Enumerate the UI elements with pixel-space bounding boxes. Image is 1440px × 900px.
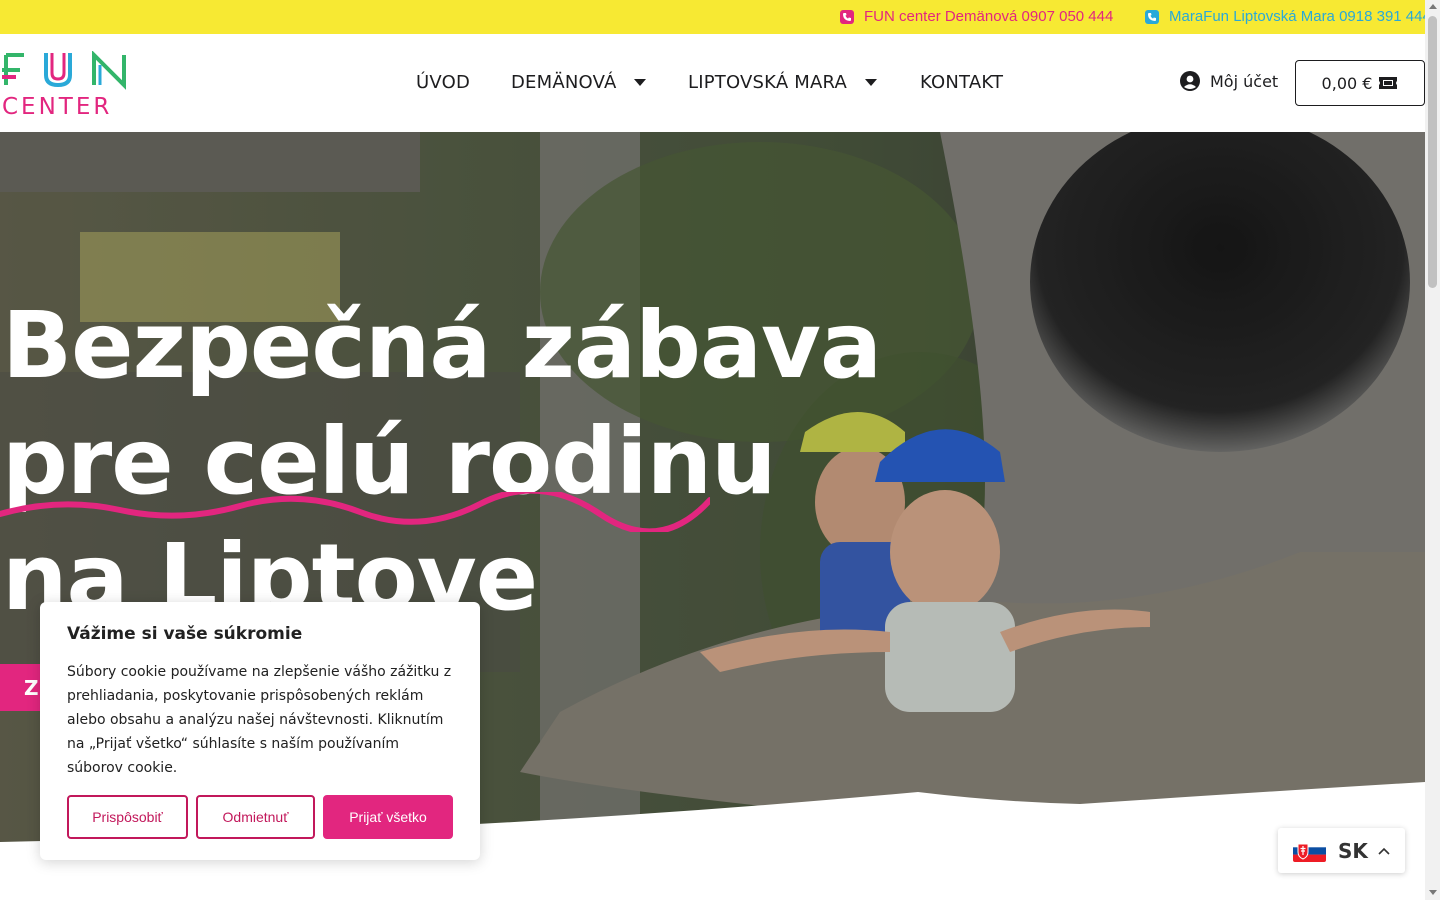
nav-label: LIPTOVSKÁ MARA [688,72,848,93]
language-switcher[interactable]: SK [1278,828,1405,873]
nav-label: KONTAKT [920,72,1004,93]
user-circle-icon [1180,71,1200,91]
cookie-consent-dialog: Vážime si vaše súkromie Súbory cookie po… [40,602,480,860]
logo-text-center: CENTER [2,94,112,117]
contact-mara-text: MaraFun Liptovská Mara 0918 391 444 [1169,8,1431,25]
hero-cta-label: Z [24,676,39,700]
cookie-reject-button[interactable]: Odmietnuť [196,795,315,839]
scrollbar-thumb[interactable] [1428,16,1437,288]
phone-icon [840,9,854,24]
slovak-flag-icon [1293,839,1326,862]
account-label: Môj účet [1210,71,1279,91]
hero-heading-line: Bezpečná zábava [2,292,882,399]
cookie-buttons: Prispôsobiť Odmietnuť Prijať všetko [67,795,453,839]
nav-label: ÚVOD [416,72,471,93]
pink-squiggle-underline [0,492,710,532]
chevron-up-icon [1378,847,1390,855]
nav-label: DEMÄNOVÁ [511,72,617,93]
top-contact-bar: FUN center Demänová 0907 050 444 MaraFun… [0,0,1431,34]
caret-down-icon [865,79,878,86]
cookie-accept-all-button[interactable]: Prijať všetko [323,795,453,839]
caret-down-icon [634,79,647,86]
cart-total: 0,00 € [1321,73,1373,93]
phone-icon [1145,9,1159,24]
contact-mara-link[interactable]: MaraFun Liptovská Mara 0918 391 444 [1145,8,1431,25]
scroll-up-arrow-icon[interactable] [1429,4,1437,9]
scroll-down-arrow-icon[interactable] [1429,890,1437,895]
nav-item-uvod[interactable]: ÚVOD [416,72,470,93]
ticket-icon [1379,77,1398,89]
nav-item-liptovska-mara[interactable]: LIPTOVSKÁ MARA [688,72,878,93]
cookie-title: Vážime si vaše súkromie [67,624,303,644]
contact-demanova-text: FUN center Demänová 0907 050 444 [864,8,1114,25]
site-header: CENTER ÚVOD DEMÄNOVÁ LIPTOVSKÁ MARA KONT… [0,34,1425,132]
nav-item-kontakt[interactable]: KONTAKT [920,72,1003,93]
language-code: SK [1338,838,1368,863]
hero-heading: Bezpečná zábava pre celú rodinu na Lipto… [2,288,882,636]
cart-button[interactable]: 0,00 € [1295,60,1425,106]
nav-item-demanova[interactable]: DEMÄNOVÁ [511,72,647,93]
contact-demanova-link[interactable]: FUN center Demänová 0907 050 444 [840,8,1113,25]
cookie-description: Súbory cookie používame na zlepšenie váš… [67,664,452,776]
page: FUN center Demänová 0907 050 444 MaraFun… [0,0,1440,900]
fun-center-logo[interactable]: CENTER [2,51,130,117]
account-link[interactable]: Môj účet [1180,71,1278,91]
cookie-customize-button[interactable]: Prispôsobiť [67,795,188,839]
page-scrollbar[interactable] [1425,0,1440,900]
